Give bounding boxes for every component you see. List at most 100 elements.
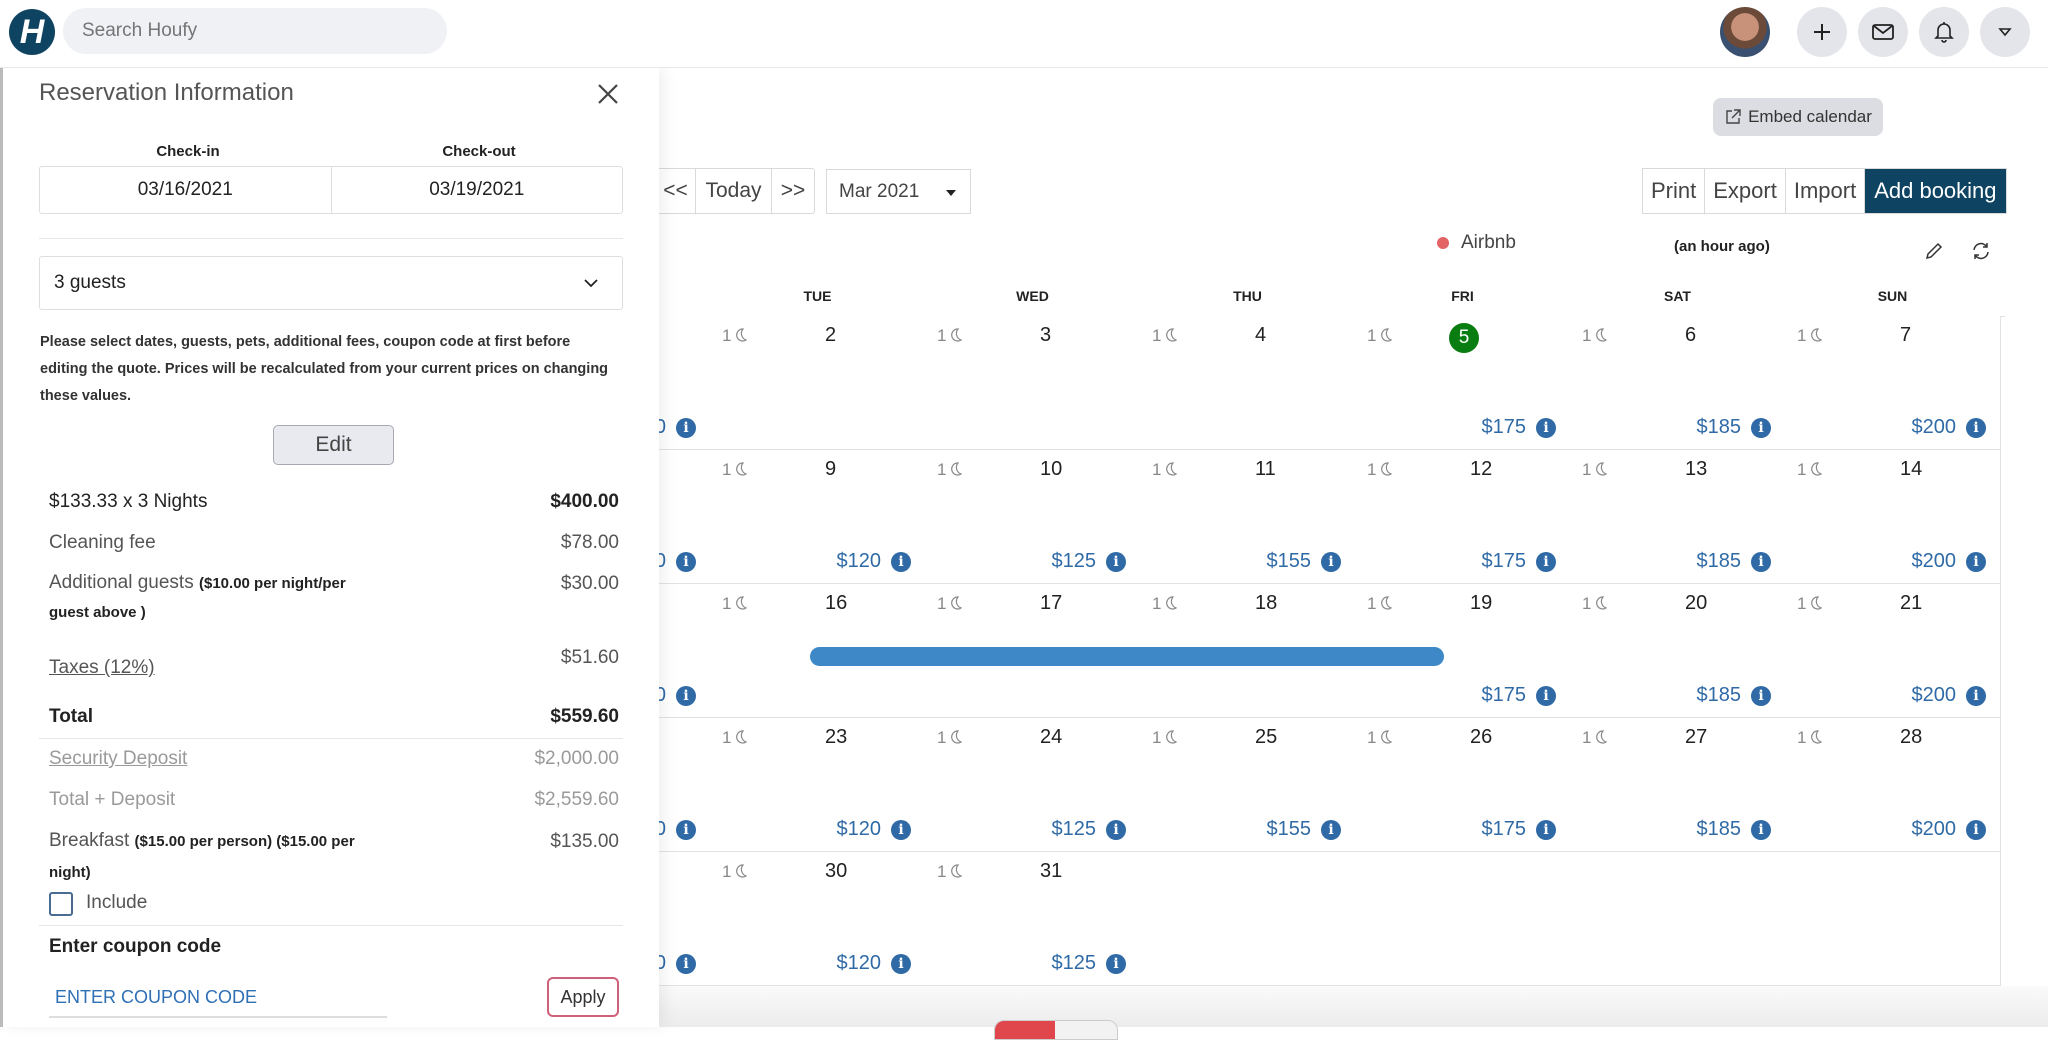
moon-icon [731,862,748,881]
view-toggle[interactable] [994,1020,1118,1040]
calendar-day[interactable]: 1 6 $185 i [1570,316,1786,450]
coupon-code-input[interactable]: ENTER COUPON CODE [49,978,387,1018]
next-month-button[interactable]: >> [772,169,814,213]
calendar-day[interactable]: 1 7 $200 i [1785,316,2001,450]
moon-icon [1161,594,1178,613]
price-value: $155 [1266,818,1312,840]
info-icon[interactable]: i [1106,551,1126,572]
info-icon[interactable]: i [1536,551,1556,572]
calendar-day[interactable]: 1 9 $120 i [710,450,926,584]
add-booking-button[interactable]: Add booking [1865,169,2006,213]
calendar-day[interactable]: 1 5 $175 i [1355,316,1571,450]
day-price: $175 i [1482,818,1556,841]
export-button[interactable]: Export [1705,169,1786,213]
price-value: $200 [1911,684,1957,706]
calendar-day[interactable]: 1 12 $175 i [1355,450,1571,584]
info-icon[interactable]: i [1106,819,1126,840]
calendar-day[interactable]: 1 23 $120 i [710,718,926,852]
info-icon[interactable]: i [1966,819,1986,840]
info-icon[interactable]: i [1966,417,1986,438]
info-icon[interactable]: i [1536,819,1556,840]
sync-button[interactable] [1970,240,1992,262]
print-button[interactable]: Print [1643,169,1706,213]
security-deposit-link[interactable]: Security Deposit [49,748,187,770]
info-icon[interactable]: i [891,819,911,840]
calendar-day[interactable]: 1 30 $120 i [710,852,926,986]
info-icon[interactable]: i [676,819,696,840]
info-icon[interactable]: i [1966,551,1986,572]
total-deposit-label: Total + Deposit [49,789,176,810]
info-icon[interactable]: i [891,953,911,974]
day-number: 19 [1470,592,1493,614]
calendar-day[interactable]: 1 14 $200 i [1785,450,2001,584]
edit-source-button[interactable] [1923,240,1945,262]
info-icon[interactable]: i [1751,685,1771,706]
edit-quote-button[interactable]: Edit [273,425,394,465]
calendar-day[interactable]: 1 25 $155 i [1140,718,1356,852]
min-nights: 1 [1582,326,1608,346]
apply-coupon-button[interactable]: Apply [547,977,619,1017]
month-select[interactable]: Mar 2021 [826,169,971,214]
info-icon[interactable]: i [676,417,696,438]
info-icon[interactable]: i [1536,417,1556,438]
user-avatar[interactable] [1720,7,1770,57]
price-value: $175 [1481,684,1527,706]
calendar-day[interactable]: 14 [1140,316,1356,450]
info-icon[interactable]: i [1751,551,1771,572]
notifications-button[interactable] [1919,7,1969,57]
today-button[interactable]: Today [696,169,772,213]
price-value: $200 [1911,416,1957,438]
min-nights: 1 [937,594,963,614]
info-icon[interactable]: i [1751,819,1771,840]
calendar-day[interactable]: 12 [710,316,926,450]
calendar-day[interactable]: 1 28 $200 i [1785,718,2001,852]
day-price: $185 i [1697,684,1771,707]
min-nights: 1 [1797,460,1823,480]
close-button[interactable] [595,81,621,107]
info-icon[interactable]: i [1321,551,1341,572]
taxes-link[interactable]: Taxes (12%) [49,657,155,679]
search-input[interactable] [63,8,447,54]
info-icon[interactable]: i [1321,819,1341,840]
price-value: $125 [1051,550,1097,572]
add-button[interactable] [1797,7,1847,57]
calendar-day[interactable]: 13 [925,316,1141,450]
calendar-day[interactable]: 1 13 $185 i [1570,450,1786,584]
checkout-field[interactable]: 03/19/2021 [332,167,623,213]
envelope-icon [1872,24,1894,40]
info-icon[interactable]: i [1536,685,1556,706]
guests-select[interactable]: 3 guests [39,256,623,310]
account-menu-button[interactable] [1980,7,2030,57]
info-icon[interactable]: i [676,953,696,974]
checkin-field[interactable]: 03/16/2021 [40,167,332,213]
day-number: 12 [1470,458,1493,480]
prev-month-button[interactable]: << [656,169,696,213]
calendar-day[interactable]: 1 31 $125 i [925,852,1141,986]
calendar-day[interactable]: 1 11 $155 i [1140,450,1356,584]
calendar-day[interactable]: 1 10 $125 i [925,450,1141,584]
price-value: $125 [1051,818,1097,840]
include-breakfast-checkbox[interactable] [49,892,73,916]
min-nights: 1 [1582,728,1608,748]
day-price: $200 i [1911,684,1986,707]
info-icon[interactable]: i [676,551,696,572]
day-price: $120 i [837,818,911,841]
calendar-day[interactable]: 1 24 $125 i [925,718,1141,852]
price-value: $185 [1696,550,1742,572]
info-icon[interactable]: i [676,685,696,706]
day-number: 17 [1040,592,1063,614]
calendar-day[interactable]: 1 20 $185 i [1570,584,1786,718]
houfy-logo[interactable]: H [9,9,55,55]
info-icon[interactable]: i [1966,685,1986,706]
booking-bar[interactable] [810,647,1444,666]
embed-calendar-button[interactable]: Embed calendar [1713,98,1883,136]
refresh-icon [1973,242,1989,260]
import-button[interactable]: Import [1786,169,1866,213]
info-icon[interactable]: i [1751,417,1771,438]
calendar-day[interactable]: 1 27 $185 i [1570,718,1786,852]
info-icon[interactable]: i [1106,953,1126,974]
info-icon[interactable]: i [891,551,911,572]
calendar-day[interactable]: 1 21 $200 i [1785,584,2001,718]
messages-button[interactable] [1858,7,1908,57]
calendar-day[interactable]: 1 26 $175 i [1355,718,1571,852]
